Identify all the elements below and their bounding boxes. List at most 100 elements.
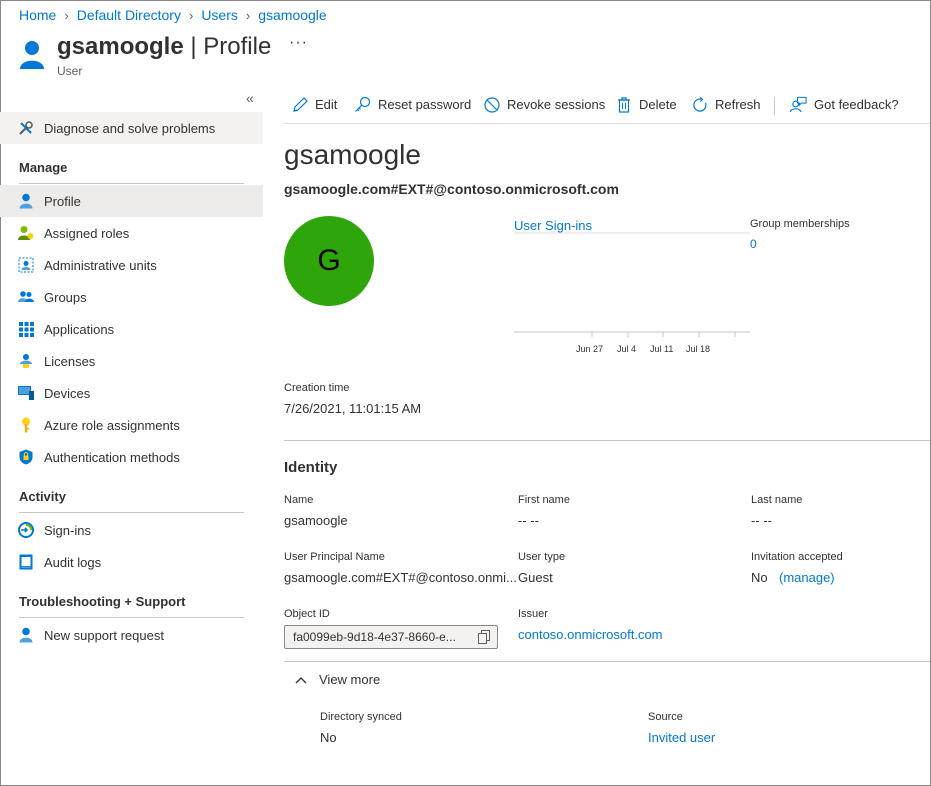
avatar-initial: G	[317, 244, 341, 277]
sidebar-item-azure-role-assignments[interactable]: Azure role assignments	[0, 409, 263, 441]
object-id-field[interactable]: fa0099eb-9d18-4e37-8660-e...	[284, 625, 498, 649]
breadcrumb-directory[interactable]: Default Directory	[77, 7, 181, 23]
revoke-sessions-label: Revoke sessions	[507, 97, 606, 112]
breadcrumb-users[interactable]: Users	[201, 7, 238, 23]
sidebar-item-label: Profile	[44, 193, 81, 209]
block-icon	[483, 96, 500, 113]
toolbar-divider	[774, 97, 775, 115]
upn-value: gsamoogle.com#EXT#@contoso.onmi...	[284, 570, 517, 585]
chevron-right-icon: ›	[245, 7, 251, 23]
sidebar-item-devices[interactable]: Devices	[0, 377, 263, 409]
collapse-sidebar-button[interactable]: «	[246, 90, 254, 106]
sidebar-item-label: Devices	[44, 385, 91, 401]
sidebar-item-label: Diagnose and solve problems	[44, 120, 216, 136]
name-label: Name	[284, 494, 314, 506]
user-roles-icon	[18, 225, 34, 241]
chart-tick-label: Jul 18	[686, 344, 711, 354]
page-title-separator: |	[190, 33, 197, 60]
sidebar-item-diagnose[interactable]: Diagnose and solve problems	[0, 112, 263, 144]
divider	[19, 617, 244, 618]
first-name-label: First name	[518, 494, 570, 506]
section-divider	[284, 440, 930, 441]
view-more-toggle[interactable]: View more	[295, 672, 380, 687]
trash-icon	[615, 96, 632, 113]
edit-button[interactable]: Edit	[291, 96, 337, 113]
sidebar-item-new-support-request[interactable]: New support request	[0, 619, 263, 651]
group-memberships-count[interactable]: 0	[750, 237, 757, 251]
sign-ins-chart	[514, 232, 750, 337]
sidebar-item-sign-ins[interactable]: Sign-ins	[0, 514, 263, 546]
sidebar-heading-activity: Activity	[19, 489, 66, 504]
reset-password-label: Reset password	[378, 97, 472, 112]
refresh-icon	[691, 96, 708, 113]
source-link[interactable]: Invited user	[648, 730, 715, 745]
manage-invitation-link[interactable]: (manage)	[779, 570, 835, 585]
breadcrumb-current[interactable]: gsamoogle	[258, 7, 327, 23]
user-display-name: gsamoogle	[284, 139, 421, 170]
sidebar-item-administrative-units[interactable]: Administrative units	[0, 249, 263, 281]
sidebar-item-authentication-methods[interactable]: Authentication methods	[0, 441, 263, 473]
avatar: G	[284, 216, 374, 306]
creation-time-label: Creation time	[284, 382, 350, 394]
sidebar-item-applications[interactable]: Applications	[0, 313, 263, 345]
wrench-icon	[18, 120, 34, 136]
sidebar-item-label: Administrative units	[44, 257, 157, 273]
sidebar-item-label: Audit logs	[44, 554, 102, 570]
audit-log-icon	[18, 554, 34, 570]
licenses-icon	[18, 353, 34, 369]
invitation-accepted-value: No	[751, 570, 768, 585]
breadcrumb-home[interactable]: Home	[19, 7, 56, 23]
devices-icon	[18, 385, 34, 401]
sidebar-item-label: Applications	[44, 321, 115, 337]
breadcrumb: Home › Default Directory › Users › gsamo…	[19, 7, 327, 23]
delete-button[interactable]: Delete	[615, 96, 677, 113]
feedback-label: Got feedback?	[814, 97, 899, 112]
user-icon	[18, 193, 34, 209]
sidebar-heading-manage: Manage	[19, 160, 68, 175]
more-options-button[interactable]: ···	[289, 34, 308, 52]
sidebar-item-label: Groups	[44, 289, 87, 305]
apps-grid-icon	[18, 321, 34, 337]
sidebar-heading-support: Troubleshooting + Support	[19, 594, 186, 609]
refresh-label: Refresh	[715, 97, 761, 112]
user-type-label: User type	[518, 551, 566, 563]
copy-icon[interactable]	[478, 630, 490, 647]
section-divider	[284, 661, 930, 662]
creation-time-value: 7/26/2021, 11:01:15 AM	[284, 401, 422, 416]
sidebar-item-label: Sign-ins	[44, 522, 91, 538]
reset-password-button[interactable]: Reset password	[354, 96, 471, 113]
chevron-right-icon: ›	[188, 7, 194, 23]
sidebar-item-audit-logs[interactable]: Audit logs	[0, 546, 263, 578]
feedback-button[interactable]: Got feedback?	[790, 96, 899, 113]
sidebar-item-profile[interactable]: Profile	[0, 185, 263, 217]
last-name-label: Last name	[751, 494, 803, 506]
chart-tick-label: Jun 27	[576, 344, 604, 354]
admin-units-icon	[18, 257, 34, 273]
support-user-icon	[18, 627, 34, 643]
issuer-link[interactable]: contoso.onmicrosoft.com	[518, 627, 663, 642]
chevron-right-icon: ›	[64, 7, 69, 23]
view-more-label: View more	[319, 672, 381, 687]
revoke-sessions-button[interactable]: Revoke sessions	[483, 96, 605, 113]
sidebar-item-label: Authentication methods	[44, 449, 180, 465]
feedback-icon	[790, 96, 807, 113]
name-value: gsamoogle	[284, 513, 348, 528]
chart-tick-label: Jul 4	[617, 344, 637, 354]
sign-ins-icon	[18, 522, 34, 538]
edit-label: Edit	[315, 97, 338, 112]
object-id-value: fa0099eb-9d18-4e37-8660-e...	[293, 630, 456, 644]
object-id-label: Object ID	[284, 608, 330, 620]
source-label: Source	[648, 711, 683, 723]
invitation-accepted-label: Invitation accepted	[751, 551, 843, 563]
sidebar-item-label: New support request	[44, 627, 164, 643]
first-name-value: -- --	[518, 513, 539, 528]
refresh-button[interactable]: Refresh	[691, 96, 761, 113]
identity-section-title: Identity	[284, 459, 338, 476]
sidebar-item-assigned-roles[interactable]: Assigned roles	[0, 217, 263, 249]
chart-tick-label: Jul 11	[650, 344, 674, 354]
sidebar-item-licenses[interactable]: Licenses	[0, 345, 263, 377]
sidebar-item-groups[interactable]: Groups	[0, 281, 263, 313]
directory-synced-label: Directory synced	[320, 711, 402, 723]
user-principal-name-heading: gsamoogle.com#EXT#@contoso.onmicrosoft.c…	[284, 181, 619, 197]
upn-label: User Principal Name	[284, 551, 385, 563]
